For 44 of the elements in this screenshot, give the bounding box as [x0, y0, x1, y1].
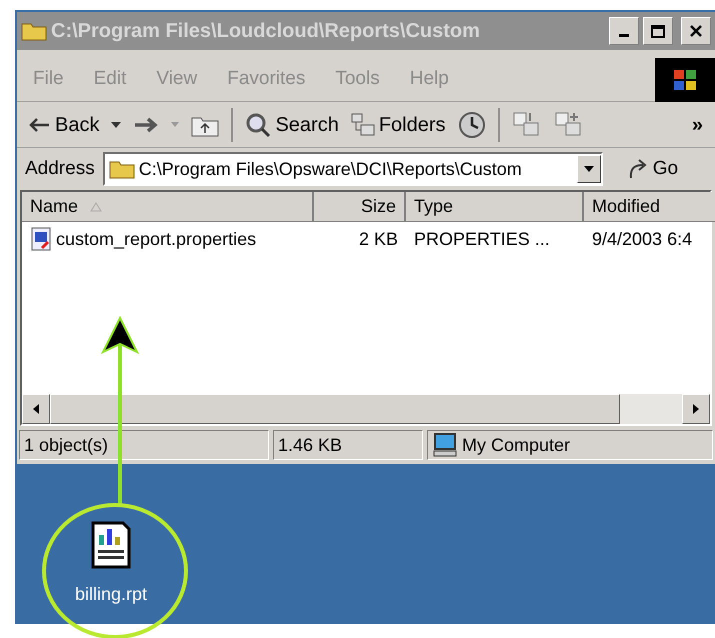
properties-file-icon: [30, 226, 52, 252]
minimize-icon: [619, 34, 629, 37]
file-modified: 9/4/2003 6:4: [591, 228, 694, 250]
dropdown-arrow-icon: [584, 166, 594, 172]
folder-icon: [108, 159, 135, 179]
folders-button[interactable]: Folders: [350, 110, 446, 140]
file-size: 2 KB: [358, 228, 399, 250]
column-header[interactable]: Size: [314, 192, 406, 222]
maximize-button[interactable]: [643, 17, 673, 45]
column-header[interactable]: Modified: [584, 192, 715, 222]
history-icon[interactable]: [458, 110, 486, 138]
search-button[interactable]: Search: [245, 110, 339, 140]
dropdown-arrow-icon[interactable]: [111, 122, 122, 128]
back-button[interactable]: Back: [29, 110, 100, 140]
go-button[interactable]: Go: [626, 154, 678, 184]
address-field[interactable]: C:\Program Files\Opsware\DCI\Reports\Custom: [102, 152, 603, 186]
close-button[interactable]: [681, 17, 711, 45]
minimize-button[interactable]: [609, 17, 639, 45]
address-label: Address: [25, 156, 95, 181]
column-header[interactable]: Name: [22, 192, 314, 222]
folders-icon: [350, 112, 375, 136]
status-pane: 1 object(s): [19, 430, 269, 460]
report-file-icon[interactable]: [91, 521, 132, 569]
file-name[interactable]: custom_report.properties: [56, 226, 256, 252]
computer-icon: [432, 432, 458, 458]
file-type: PROPERTIES ...: [413, 228, 551, 250]
column-header[interactable]: Type: [406, 192, 584, 222]
magnifier-icon: [245, 112, 272, 138]
horizontal-scrollbar[interactable]: [22, 394, 710, 424]
status-pane: 1.46 KB: [273, 430, 423, 460]
window-title: C:\Program Files\Loudcloud\Reports\Custom: [51, 19, 481, 44]
scroll-left-icon: [33, 404, 39, 414]
desktop-icon-label[interactable]: billing.rpt: [75, 581, 148, 608]
status-pane: My Computer: [427, 430, 713, 460]
back-arrow-icon: [29, 118, 51, 132]
maximize-icon: [651, 24, 665, 38]
close-icon: [689, 24, 703, 38]
scroll-right-icon: [693, 404, 699, 414]
forward-arrow-icon[interactable]: [133, 116, 160, 132]
more-button[interactable]: »: [692, 110, 703, 140]
address-text: C:\Program Files\Opsware\DCI\Reports\Custom: [138, 158, 523, 181]
windows-logo-icon: [672, 68, 698, 92]
dropdown-button[interactable]: [576, 155, 601, 183]
folder-icon: [21, 21, 47, 41]
